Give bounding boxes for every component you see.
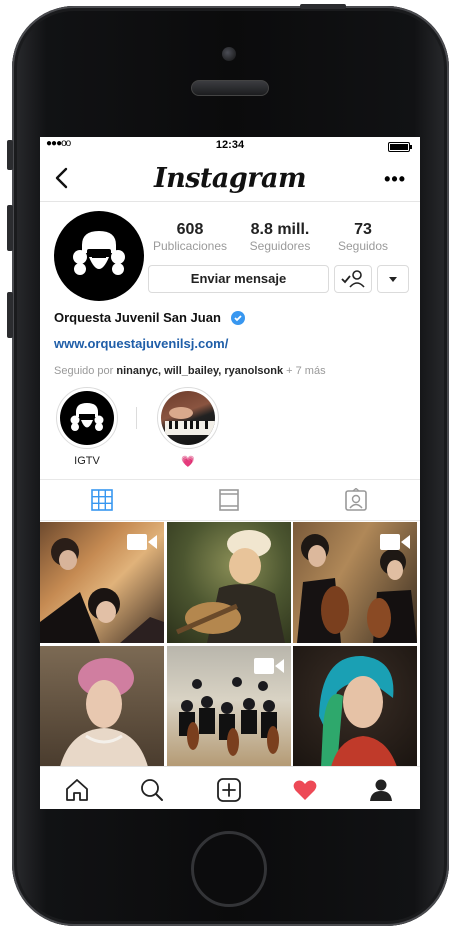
post-thumbnail-painting-blue-hair[interactable]	[293, 646, 417, 767]
suggestions-dropdown-button[interactable]	[377, 265, 409, 293]
profile-tabs	[40, 479, 420, 521]
battery-icon	[388, 142, 412, 152]
search-icon[interactable]	[139, 777, 165, 803]
nav-bar: Instagram •••	[40, 159, 420, 202]
power-button	[300, 4, 346, 9]
profile-avatar[interactable]	[54, 211, 144, 301]
stat-value: 8.8 mill.	[250, 221, 310, 238]
app-screen: ●●●oo 12:34 Instagram ••• 608 Publicacio…	[40, 137, 420, 809]
post-thumbnail-painting-lute[interactable]	[167, 522, 291, 643]
highlight-divider	[136, 407, 137, 429]
post-thumbnail-violinists[interactable]	[40, 522, 164, 643]
heart-icon[interactable]	[292, 777, 318, 803]
user-check-icon	[341, 270, 365, 288]
profile-name: Orquesta Juvenil San Juan	[54, 310, 221, 325]
add-icon[interactable]	[216, 777, 242, 803]
stat-label: Publicaciones	[152, 239, 228, 253]
stat-value: 608	[176, 221, 204, 238]
volume-up-button	[7, 205, 13, 251]
highlight-igtv[interactable]	[56, 387, 118, 449]
video-icon	[254, 658, 284, 674]
stat-following[interactable]: 73 Seguidos	[330, 221, 396, 253]
post-thumbnail-cellists[interactable]	[293, 522, 417, 643]
profile-icon[interactable]	[368, 777, 394, 803]
highlight-label: IGTV	[74, 455, 100, 467]
grid-icon[interactable]	[90, 488, 114, 512]
mute-switch	[7, 140, 13, 170]
tagged-icon[interactable]	[344, 488, 368, 512]
video-icon	[380, 534, 410, 550]
send-message-button[interactable]: Enviar mensaje	[148, 265, 329, 293]
status-time: 12:34	[215, 139, 245, 151]
stat-label: Seguidores	[249, 239, 311, 253]
bottom-tab-bar	[40, 766, 420, 809]
orchestra-logo-icon	[73, 231, 125, 275]
igtv-logo-icon	[60, 391, 114, 445]
stat-value: 73	[354, 221, 372, 238]
video-icon	[127, 534, 157, 550]
stat-label: Seguidos	[337, 239, 389, 253]
front-camera	[222, 47, 236, 61]
app-title: Instagram	[153, 163, 307, 194]
status-bar: ●●●oo 12:34	[40, 137, 420, 155]
posts-grid	[40, 522, 420, 767]
feed-icon[interactable]	[217, 488, 241, 512]
piano-thumbnail	[161, 391, 215, 445]
triangle-down-icon	[389, 277, 397, 282]
home-button[interactable]	[191, 831, 267, 907]
followed-by-names: ninanyc, will_bailey, ryanolsonk	[116, 365, 284, 377]
followed-by-text[interactable]: Seguido por ninanyc, will_bailey, ryanol…	[54, 365, 326, 377]
post-thumbnail-painting-pink-hair[interactable]	[40, 646, 164, 767]
earpiece-speaker	[191, 80, 269, 96]
highlight-piano[interactable]	[157, 387, 219, 449]
stat-posts[interactable]: 608 Publicaciones	[152, 221, 228, 253]
volume-down-button	[7, 292, 13, 338]
followed-by-suffix: + 7 más	[286, 365, 326, 377]
post-thumbnail-orchestra[interactable]	[167, 646, 291, 767]
profile-website-link[interactable]: www.orquestajuvenilsj.com/	[54, 336, 228, 351]
more-options-icon[interactable]: •••	[384, 169, 406, 190]
highlight-label: 💗	[181, 456, 195, 468]
following-button[interactable]	[334, 265, 372, 293]
followed-by-prefix: Seguido por	[54, 365, 114, 377]
home-icon[interactable]	[64, 777, 90, 803]
stat-followers[interactable]: 8.8 mill. Seguidores	[242, 221, 318, 253]
verified-badge-icon	[231, 311, 245, 325]
